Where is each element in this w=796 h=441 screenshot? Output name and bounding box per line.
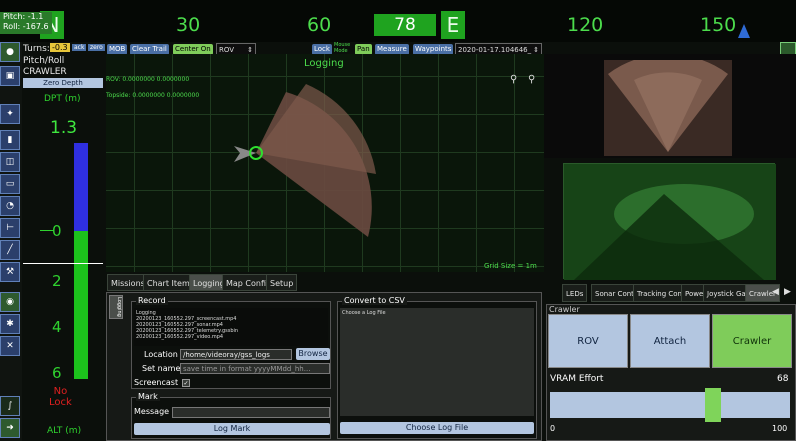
sonar-icon[interactable]: ◔ (0, 196, 20, 216)
pitch-roll-readout: Pitch: -1.1 Roll: -167.6 (0, 12, 52, 34)
zoom-out-icon[interactable]: ⚲ (528, 74, 535, 85)
settings-icon[interactable]: ✱ (0, 314, 20, 334)
depth-reference-line (23, 263, 103, 264)
crawler-mode-button[interactable]: Crawler (712, 314, 792, 368)
turns-label: Turns: (23, 44, 50, 54)
turns-value: -0.3 (50, 43, 70, 52)
camera-video-view[interactable] (563, 163, 776, 280)
depth-value: 1.3 (50, 118, 78, 138)
lights-icon[interactable]: ◫ (0, 152, 20, 172)
sonar-image (604, 54, 732, 156)
effort-value: 68 (777, 374, 789, 384)
compass-icon[interactable]: ✦ (0, 104, 20, 124)
tab-leds[interactable]: LEDs (562, 284, 588, 302)
log-mark-button[interactable]: Log Mark (134, 423, 330, 435)
mouse-mode-label: Mouse Mode (334, 42, 351, 54)
chevron-left-icon[interactable]: ◀ (772, 287, 779, 297)
log-file-list[interactable]: Logging 20200123_160552.297_screencast.m… (134, 308, 328, 346)
slider-min: 0 (550, 424, 556, 433)
rov-coordinates: ROV: 0.0000000 0.0000000 (106, 76, 190, 83)
gripper-icon[interactable]: ⊢ (0, 218, 20, 238)
vehicle-icon[interactable]: ▭ (0, 174, 20, 194)
message-input[interactable] (172, 407, 330, 418)
heading-pointer-icon (738, 24, 750, 38)
scale-tick-2: 2 (52, 272, 62, 290)
depth-unit-label: DPT (m) (44, 94, 81, 104)
mark-group: Mark Message Log Mark (131, 392, 331, 439)
list-item: 20200123_160552.297_video.mp4 (136, 334, 224, 340)
scale-tick-6: 6 (52, 364, 62, 382)
zoom-in-icon[interactable]: ⚲ (510, 74, 517, 85)
sonar-overlay (234, 84, 376, 237)
tool-icon[interactable]: ⚒ (0, 262, 20, 282)
left-tool-column: ● ▣ ✦ ▮ ◫ ▭ ◔ ⊢ ╱ ⚒ ◉ ✱ ✕ ∫ ➜ (0, 42, 22, 441)
pitch-roll-label: Pitch/Roll (23, 56, 65, 66)
choose-log-label: Choose a Log File (342, 310, 386, 316)
log-session-value: 2020-01-17.104646_ (458, 46, 532, 54)
record-group: Record Logging 20200123_160552.297_scree… (131, 296, 331, 389)
browse-button[interactable]: Browse (296, 348, 330, 360)
rov-mode-button[interactable]: ROV (548, 314, 628, 368)
no-lock-text: No Lock (49, 386, 72, 408)
slider-max: 100 (772, 424, 788, 433)
camera-frame (564, 164, 776, 280)
zero-depth-button[interactable]: Zero Depth (23, 78, 103, 88)
camera-icon[interactable]: ▣ (0, 66, 20, 86)
logging-side-tab[interactable]: Logging (109, 295, 123, 319)
location-label: Location (144, 350, 178, 359)
effort-slider[interactable] (550, 388, 790, 422)
stethoscope-icon[interactable]: ∫ (0, 396, 20, 416)
hold-icon[interactable]: ◉ (0, 292, 20, 312)
chart-map[interactable]: Logging ROV: 0.0000000 0.0000000 Topside… (106, 54, 544, 272)
sonar-view-panel[interactable] (544, 54, 796, 158)
heading-current: 78 (374, 14, 436, 36)
tab-setup[interactable]: Setup (266, 274, 298, 291)
ack-button[interactable]: ack (72, 44, 87, 51)
message-label: Message (134, 407, 170, 416)
screencast-label: Screencast (134, 378, 179, 387)
roll-text: Roll: -167.6 (3, 22, 49, 31)
scale-tick-4: 4 (52, 318, 62, 336)
heading-tick-60: 60 (307, 14, 332, 36)
chevron-right-icon[interactable]: ▶ (784, 287, 791, 297)
arm-icon[interactable]: ╱ (0, 240, 20, 260)
record-icon[interactable]: ● (0, 42, 20, 62)
close-icon[interactable]: ✕ (0, 336, 20, 356)
choose-log-file-button[interactable]: Choose Log File (340, 422, 534, 434)
csv-group: Convert to CSV Choose a Log File Choose … (337, 296, 537, 439)
csv-title: Convert to CSV (342, 296, 407, 305)
log-file-chooser[interactable]: Choose a Log File (340, 308, 534, 416)
pitch-text: Pitch: -1.1 (3, 12, 44, 21)
attach-mode-button[interactable]: Attach (630, 314, 710, 368)
effort-slider-handle[interactable] (705, 388, 722, 422)
sonar-fan-image (608, 54, 728, 152)
heading-tick-30: 30 (176, 14, 201, 36)
logging-panel: Logging Record Logging 20200123_160552.2… (106, 292, 542, 441)
mark-title: Mark (136, 392, 160, 401)
alt-unit-label: ALT (m) (47, 426, 82, 436)
crawler-label: CRAWLER (23, 67, 67, 77)
set-name-input[interactable]: save time in format yyyyMMdd_hh... (180, 363, 330, 374)
heading-tick-120: 120 (567, 14, 604, 36)
effort-label: VRAM Effort (550, 374, 604, 384)
heading-tape: N 30 60 78 E 120 150 Pitch: -1.1 Roll: -… (0, 0, 796, 58)
exit-icon[interactable]: ➜ (0, 418, 20, 438)
location-field[interactable]: /home/videoray/gss_logs (180, 349, 292, 360)
heading-tick-150: 150 (700, 14, 737, 36)
depth-bar-upper (74, 143, 88, 231)
depth-bar-lower (74, 231, 88, 379)
thruster-icon[interactable]: ▮ (0, 130, 20, 150)
topside-coordinates: Topside: 0.0000000 0.0000000 (106, 92, 200, 99)
grid-size-label: Grid Size = 1m (484, 262, 537, 270)
logging-indicator: Logging (304, 58, 344, 69)
heading-east-marker: E (441, 11, 465, 39)
center-target-value: ROV (219, 46, 235, 54)
scale-tick-0: 0 (52, 222, 62, 240)
screencast-checkbox[interactable]: ✓ (182, 379, 190, 387)
zero-turns-button[interactable]: zero (88, 44, 105, 51)
crawler-panel-title: Crawler (549, 305, 580, 314)
record-title: Record (136, 296, 168, 305)
set-name-label: Set name (142, 364, 181, 373)
